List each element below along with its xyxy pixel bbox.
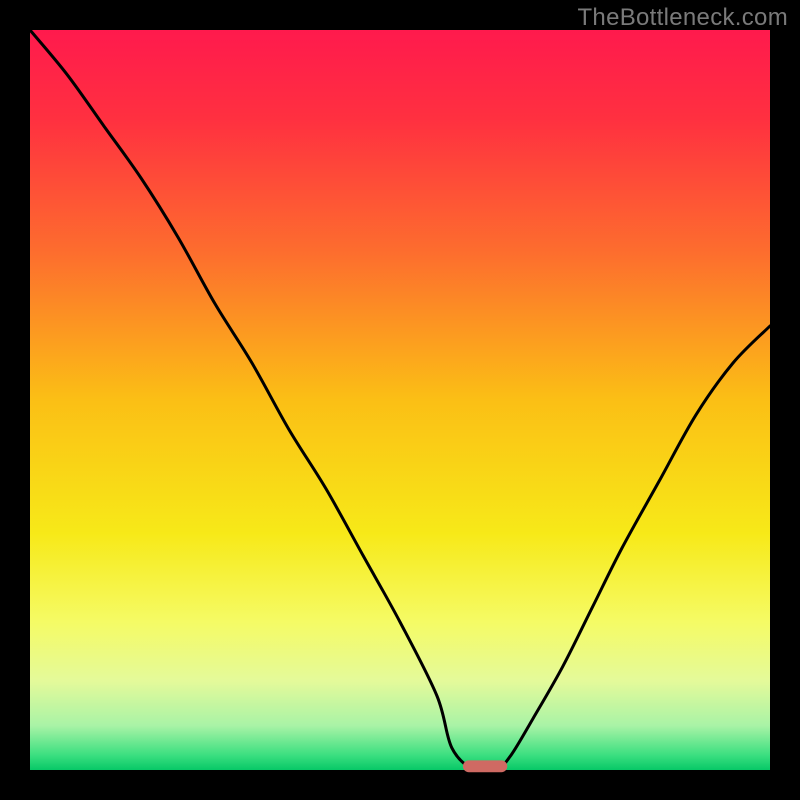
watermark-label: TheBottleneck.com (577, 4, 788, 32)
plot-background (30, 30, 770, 770)
chart-frame: TheBottleneck.com (0, 0, 800, 800)
optimal-range-marker (463, 760, 507, 772)
bottleneck-chart (0, 0, 800, 800)
